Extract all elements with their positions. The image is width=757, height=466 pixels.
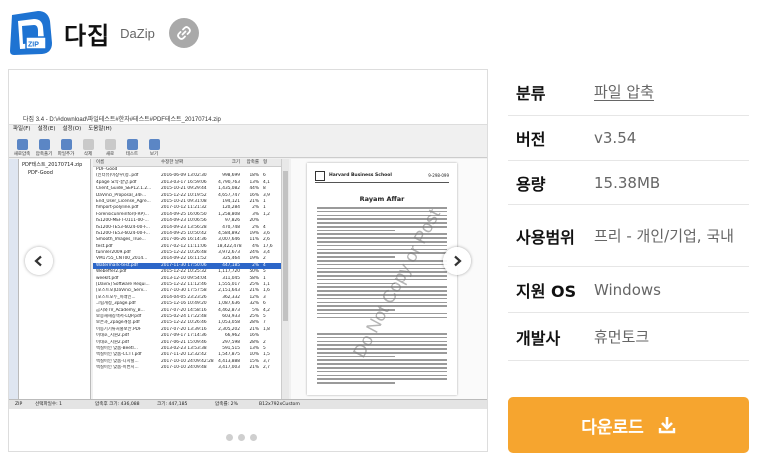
shot-pdf-preview: Harvard Business School 9-298-099 Rayam … — [291, 159, 487, 399]
chevron-right-icon — [454, 255, 462, 267]
file-list-rows: PDF-Good (인터뷰)이창우(정..pdf 2016-06-09 13:02:… — [93, 167, 281, 372]
shot-tool: 새로압축 — [13, 139, 31, 157]
info-label: 개발사 — [516, 328, 561, 348]
info-row-version: 버전 v3.54 — [508, 116, 749, 161]
tree-item: PDF테스트_20170714.zip — [22, 162, 83, 168]
download-button[interactable]: 다운로드 — [508, 397, 749, 453]
gallery-dot[interactable] — [250, 434, 257, 441]
app-header: ZIP 다집 DaZip — [8, 8, 199, 58]
gallery-prev-button[interactable] — [25, 247, 53, 275]
info-row-developer: 개발사 휴먼토크 — [508, 313, 749, 361]
tree-item: PDF-Good — [28, 170, 53, 176]
pdf-page: Harvard Business School 9-298-099 Rayam … — [307, 163, 457, 395]
info-label: 용량 — [516, 174, 546, 194]
shot-side-tabs — [9, 159, 19, 399]
info-label: 사용범위 — [516, 227, 575, 247]
shot-tool: 파일추가 — [57, 139, 75, 157]
app-title: 다집 — [64, 21, 111, 50]
screenshot-gallery: 다집 3.4 - D:\#download\파일테스트#한자#테스트#PDF테스… — [8, 69, 488, 452]
info-value: Windows — [594, 280, 661, 299]
shot-menu-item: 도움말(H) — [88, 126, 112, 132]
info-value: v3.54 — [594, 129, 637, 147]
shot-file-list: 이름 수정한 날짜 크기 압축률 형 PDF-Good (인터뷰)이창우(정..p… — [93, 159, 281, 399]
shot-tool: 압축풀기 — [35, 139, 53, 157]
gallery-screenshot: 다집 3.4 - D:\#download\파일테스트#한자#테스트#PDF테스… — [9, 115, 487, 409]
info-row-size: 용량 15.38MB — [508, 161, 749, 205]
shot-tool: 삭제 — [79, 139, 97, 157]
shot-tool: 테스트 — [123, 139, 141, 157]
shot-menu-item: 파일(F) — [13, 126, 31, 132]
file-list-row: 엑실이인 맞춤-이번지... 2017-10-10 24:09:48 3,417,0… — [96, 365, 270, 371]
shot-status-bar: ZIP 선택파일수: 1 압축후 크기: 436,088 크기: 447,185… — [9, 399, 487, 409]
info-row-os: 지원 OS Windows — [508, 267, 749, 313]
info-value: 프리 - 개인/기업, 국내 — [594, 226, 734, 245]
shot-scrollbar — [281, 159, 289, 399]
link-icon — [176, 26, 191, 40]
file-list-header: 이름 수정한 날짜 크기 압축률 형 — [93, 159, 281, 167]
shot-menu-bar: 파일(F) 설정(E) 설정(O) 도움말(H) — [9, 125, 487, 134]
gallery-dot[interactable] — [226, 434, 233, 441]
chevron-left-icon — [34, 255, 42, 267]
info-row-license: 사용범위 프리 - 개인/기업, 국내 — [508, 205, 749, 267]
share-link-button[interactable] — [168, 18, 199, 48]
app-info-table: 분류 파일 압축 버전 v3.54 용량 15.38MB 사용범위 프리 - 개… — [508, 69, 749, 361]
shot-folder-tree: PDF테스트_20170714.zip PDF-Good — [19, 159, 91, 399]
gallery-dot[interactable] — [238, 434, 245, 441]
download-label: 다운로드 — [581, 417, 644, 438]
svg-text:ZIP: ZIP — [28, 42, 39, 49]
gallery-pagination — [226, 434, 257, 441]
shot-menu-item: 설정(E) — [37, 126, 56, 132]
info-value: 15.38MB — [594, 173, 661, 192]
info-row-category: 분류 파일 압축 — [508, 69, 749, 116]
shot-menu-item: 설정(O) — [62, 126, 82, 132]
category-link[interactable]: 파일 압축 — [594, 81, 749, 103]
info-label: 버전 — [516, 130, 546, 149]
gallery-next-button[interactable] — [443, 247, 471, 275]
shot-tool: 보기 — [145, 139, 163, 157]
app-subtitle: DaZip — [120, 25, 155, 41]
app-logo-icon: ZIP — [8, 9, 56, 57]
hbs-shield-icon — [315, 171, 325, 181]
shot-toolbar: 새로압축 압축풀기 파일추가 삭제 새로 테스트 보기 — [9, 134, 487, 158]
shot-body: PDF테스트_20170714.zip PDF-Good 이름 수정한 날짜 크… — [9, 159, 487, 399]
shot-window-title: 다집 3.4 - D:\#download\파일테스트#한자#테스트#PDF테스… — [9, 115, 487, 125]
shot-tool: 새로 — [101, 139, 119, 157]
info-value: 휴먼토크 — [594, 327, 650, 346]
info-label: 지원 OS — [516, 281, 577, 301]
download-icon — [658, 417, 675, 434]
info-label: 분류 — [516, 84, 546, 103]
